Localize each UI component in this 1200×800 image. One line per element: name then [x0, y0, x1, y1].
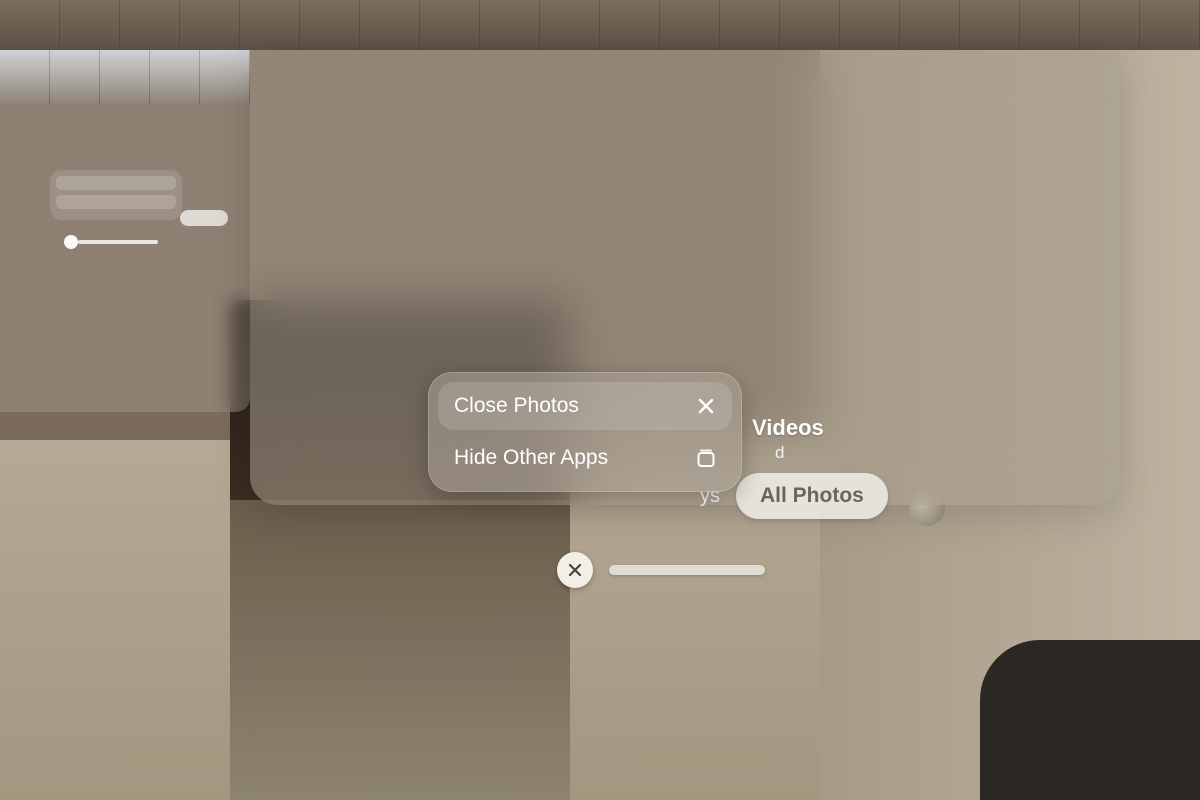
stack-icon: [694, 446, 718, 470]
mini-popup: [50, 170, 182, 220]
photo-strip: [0, 0, 1200, 50]
mini-close: [64, 235, 78, 249]
room-couch: [980, 640, 1200, 800]
menu-item-label: Hide Other Apps: [454, 446, 608, 470]
window-controls: [557, 552, 765, 588]
mini-slider: [78, 240, 158, 244]
segment-all-photos[interactable]: All Photos: [736, 473, 888, 519]
secondary-window: [0, 50, 250, 412]
menu-hide-other-apps[interactable]: Hide Other Apps: [438, 434, 732, 482]
window-close-button[interactable]: [557, 552, 593, 588]
window-subtitle: d: [775, 443, 784, 463]
window-context-menu: Close Photos Hide Other Apps: [428, 372, 742, 492]
menu-item-label: Close Photos: [454, 394, 579, 418]
window-title: Videos: [752, 415, 824, 441]
menu-close-photos[interactable]: Close Photos: [438, 382, 732, 430]
window-resize-handle[interactable]: [609, 565, 765, 575]
mini-pill: [180, 210, 228, 226]
mini-photo-strip: [0, 50, 250, 104]
close-icon: [694, 394, 718, 418]
